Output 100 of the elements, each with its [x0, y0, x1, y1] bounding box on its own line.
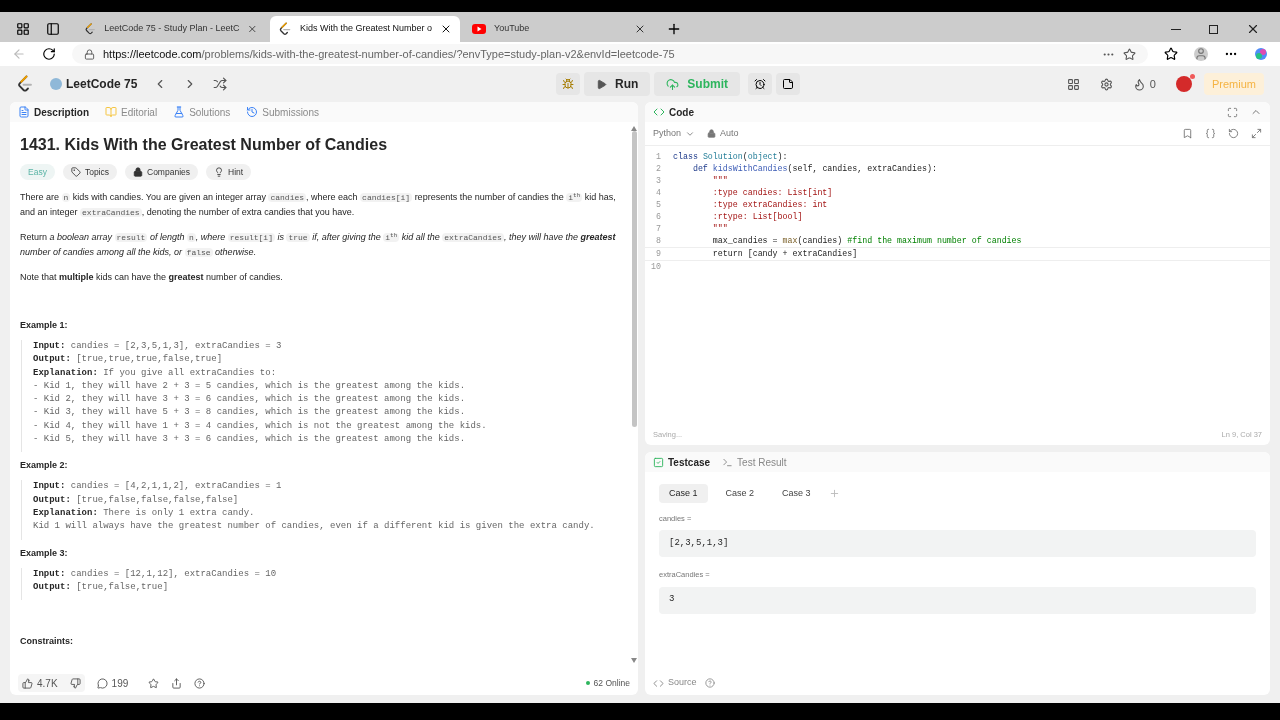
avatar[interactable]: [1176, 76, 1192, 92]
terminal-icon: [722, 456, 734, 468]
logo-icon[interactable]: [278, 22, 292, 36]
bookmark-icon[interactable]: [1182, 128, 1193, 139]
minimize-icon[interactable]: [1171, 28, 1181, 30]
run-button[interactable]: Run: [584, 72, 651, 96]
tab-title: LeetCode 75 - Study Plan - LeetC: [104, 22, 240, 36]
code-line: :rtype: List[bool]: [711, 211, 803, 223]
line-number: 6: [655, 211, 662, 223]
problem-paragraph: There are n kids with candies. You are given an integer array candies , where each candies[i] represents the number of candies the i$^{th}$ kid has, and an integer extraCandies , denoting the number of extra candies that you have.: [20, 191, 617, 219]
autocomplete-mode[interactable]: Auto: [707, 126, 739, 141]
line-number: 4: [655, 187, 662, 199]
shuffle-icon[interactable]: [213, 77, 228, 91]
line-number: 9: [655, 248, 662, 260]
problem-title: 1431. Kids With the Greatest Number of Candies: [20, 135, 389, 155]
panel-title: Code: [669, 105, 694, 120]
language-dropdown[interactable]: Python: [653, 126, 696, 141]
tab-title: YouTube: [494, 22, 531, 36]
panel-tab[interactable]: Solutions: [173, 104, 231, 120]
tag-chip[interactable]: Companies: [125, 164, 198, 180]
lock-icon: [133, 167, 143, 177]
close-icon[interactable]: [634, 23, 646, 35]
logo-icon[interactable]: [16, 75, 34, 93]
braces-icon[interactable]: [1205, 128, 1216, 139]
line-number: 7: [655, 223, 662, 235]
workspaces-icon[interactable]: [16, 22, 30, 36]
panel-tab[interactable]: Description: [18, 104, 89, 120]
example-line: Input: candies = [2,3,5,1,3], extraCandies = 3: [33, 340, 283, 353]
like-button[interactable]: 4.7K: [18, 674, 85, 692]
parameter-field[interactable]: [2,3,5,1,3]: [659, 530, 1256, 558]
help-icon[interactable]: [194, 677, 206, 689]
checkbox-icon: [653, 456, 664, 468]
debug-button[interactable]: [556, 73, 580, 95]
expand-icon[interactable]: [1251, 128, 1262, 139]
thumbs-up-icon: [22, 677, 33, 689]
alarm-clock-icon: [754, 78, 766, 90]
notes-button[interactable]: [776, 73, 800, 95]
share-icon[interactable]: [171, 677, 183, 689]
play-icon: [596, 78, 607, 90]
example-heading: Example 3:: [20, 546, 69, 560]
line-number: 10: [650, 261, 662, 273]
comments-button[interactable]: 199: [96, 675, 129, 691]
reset-icon[interactable]: [1228, 128, 1239, 139]
new-tab-icon[interactable]: [666, 21, 682, 37]
flame-icon[interactable]: [1132, 77, 1146, 91]
code-icon: [653, 677, 664, 689]
assistant-icon[interactable]: [1254, 47, 1268, 61]
scroll-down-icon[interactable]: [631, 658, 637, 663]
parameter-field[interactable]: 3: [659, 586, 1256, 614]
browser-tab[interactable]: YouTube: [464, 16, 654, 42]
restore-icon[interactable]: [1209, 24, 1218, 34]
panel-tab[interactable]: Testcase: [653, 454, 711, 470]
code-line: """: [711, 175, 728, 187]
settings-icon[interactable]: [1099, 77, 1113, 91]
example-line: Output: [true,true,true,false,true]: [33, 353, 224, 367]
code-icon: [653, 106, 665, 118]
scrollbar-thumb[interactable]: [631, 131, 637, 427]
panel-tab[interactable]: Submissions: [246, 104, 319, 120]
case-tab[interactable]: Case 3: [772, 484, 821, 503]
timer-button[interactable]: [748, 73, 772, 95]
line-number: 2: [655, 163, 662, 175]
line-number: 5: [655, 199, 662, 211]
address-field[interactable]: https://leetcode.com/problems/kids-with-the-greatest-number-of-candies/?envType=study-plan-v2&envId=leetcode-75: [72, 44, 1148, 64]
browser-tab[interactable]: Kids With the Greatest Number o: [270, 16, 460, 42]
close-icon[interactable]: [440, 23, 452, 35]
case-tab[interactable]: Case 2: [715, 484, 765, 503]
code-line: max_candies = max(candies) #find the maximum number of candies: [711, 235, 1022, 247]
line-number: 8: [655, 235, 662, 247]
document-icon: [18, 106, 30, 118]
panel-tab[interactable]: Test Result: [722, 454, 787, 470]
example-heading: Example 2:: [20, 459, 69, 473]
example-line: - Kid 4, they will have 1 + 3 = 4 candies, which is not the greatest among the kids.: [33, 419, 488, 433]
study-plan-link[interactable]: LeetCode 75: [50, 75, 138, 93]
close-icon[interactable]: [1246, 22, 1260, 36]
case-tab[interactable]: Case 1: [659, 484, 708, 503]
maximize-icon[interactable]: [1227, 106, 1238, 118]
reload-icon[interactable]: [42, 47, 56, 61]
browser-tab[interactable]: LeetCode 75 - Study Plan - LeetC: [76, 16, 266, 42]
profile-icon[interactable]: [1194, 47, 1208, 61]
online-count: 62 Online: [593, 676, 630, 690]
source-link[interactable]: Source: [653, 676, 697, 690]
history-icon: [246, 106, 259, 118]
tag-chip[interactable]: Topics: [62, 164, 117, 180]
tag-chip[interactable]: Hint: [206, 164, 252, 180]
video-icon: [472, 24, 486, 34]
favorites-icon[interactable]: [1164, 47, 1178, 61]
tab-title: Kids With the Greatest Number o: [299, 22, 433, 36]
grid-icon[interactable]: [1066, 77, 1080, 91]
flask-icon: [173, 106, 186, 118]
comment-icon: [96, 677, 108, 689]
thumbs-down-icon[interactable]: [69, 677, 81, 689]
code-line: :type candies: List[int]: [711, 187, 833, 199]
star-icon[interactable]: [1123, 47, 1136, 61]
lock-icon: [707, 129, 717, 138]
example-line: Input: candies = [4,2,1,1,2], extraCandies = 1: [33, 480, 283, 494]
url-text: https://leetcode.com/problems/kids-with-the-greatest-number-of-candies/?envType=study-plan-v2&envId=leetcode-75: [103, 46, 676, 62]
sidebar-icon[interactable]: [46, 22, 60, 36]
line-number: 1: [655, 151, 662, 163]
logo-icon[interactable]: [84, 22, 97, 36]
star-icon[interactable]: [148, 677, 160, 689]
